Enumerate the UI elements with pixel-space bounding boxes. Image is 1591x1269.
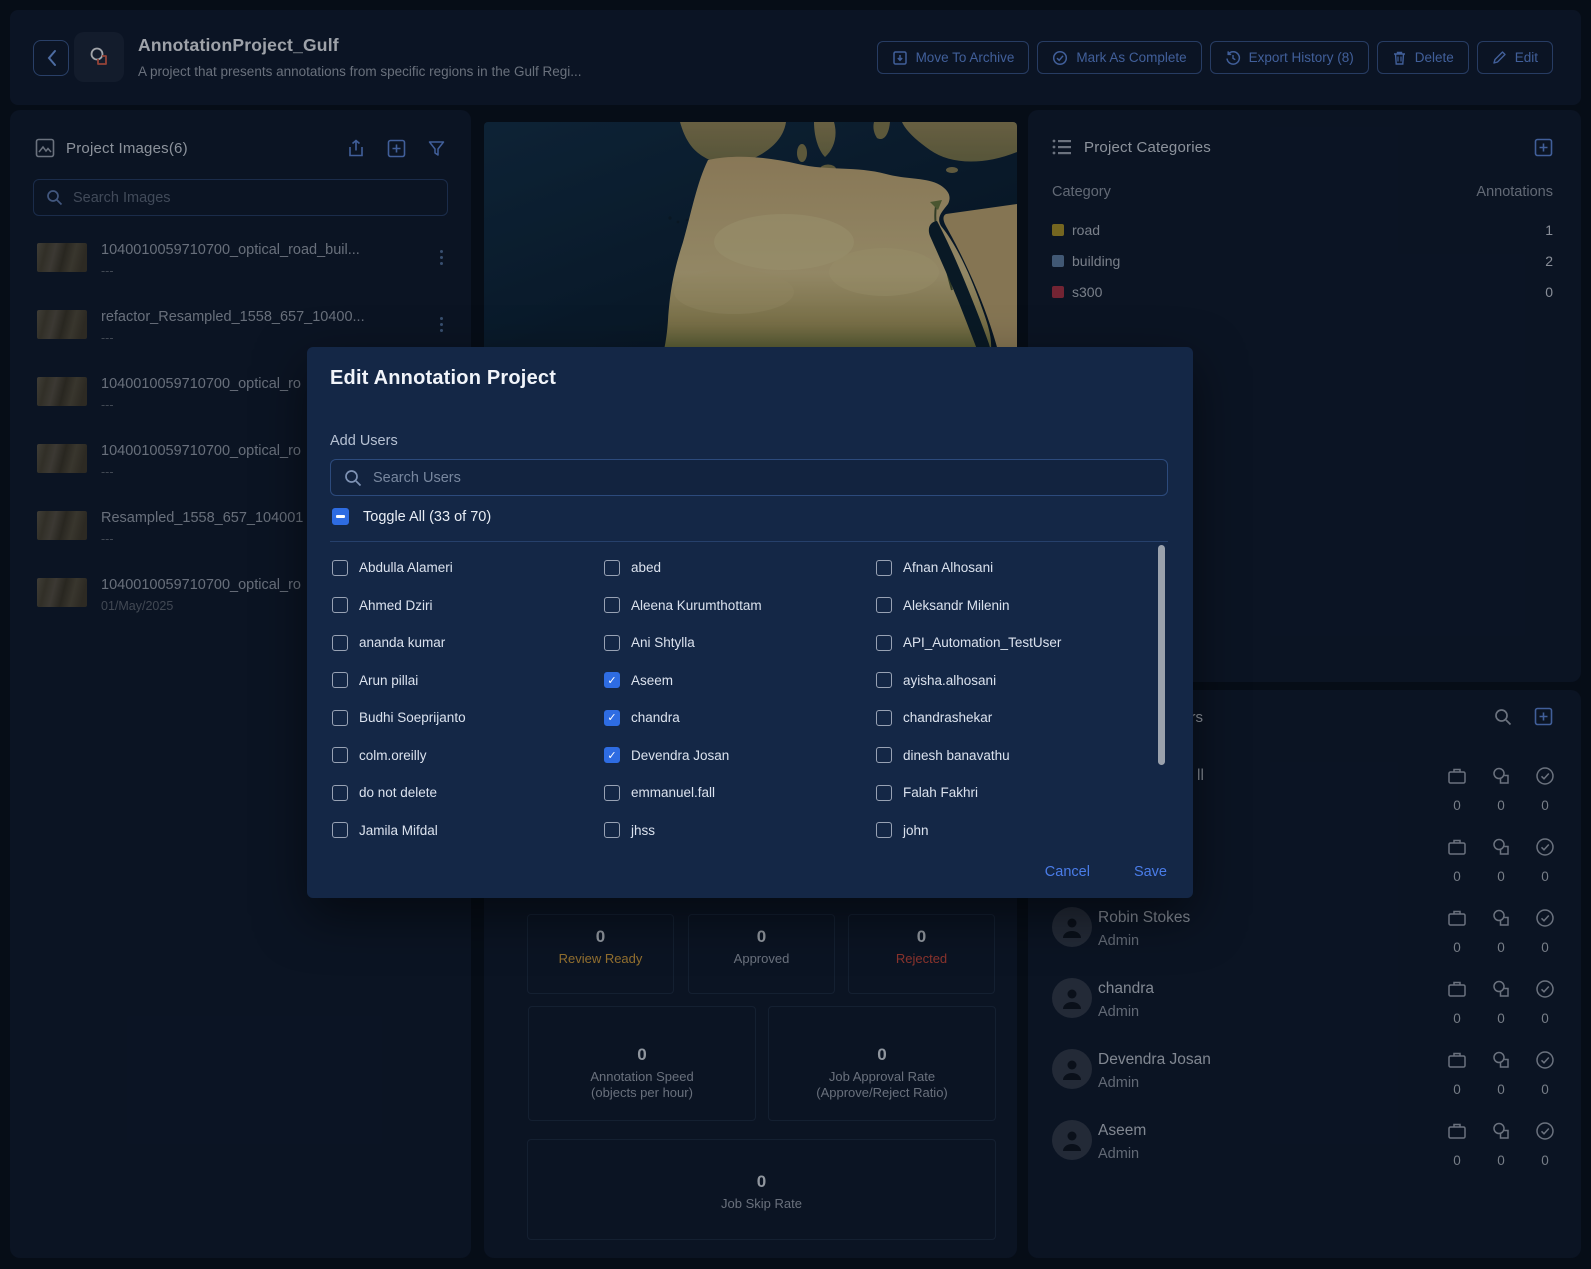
modal-user-name: john <box>903 823 929 838</box>
modal-user-checkbox-item[interactable]: Jamila Mifdal <box>332 812 604 850</box>
modal-user-name: chandra <box>631 710 680 725</box>
checkbox-icon <box>604 822 620 838</box>
modal-user-grid-row: colm.oreilly ✓ Devendra Josan dinesh banava… <box>332 737 1152 775</box>
modal-user-grid-row: Arun pillai ✓ Aseem ayisha.alhosani <box>332 662 1152 700</box>
modal-user-name: ayisha.alhosani <box>903 673 996 688</box>
user-search <box>330 459 1168 496</box>
modal-user-name: chandrashekar <box>903 710 992 725</box>
modal-user-grid-row: ananda kumar Ani Shtylla API_Automation_Te… <box>332 624 1152 662</box>
modal-user-name: Aleksandr Milenin <box>903 598 1010 613</box>
add-users-label: Add Users <box>330 433 398 449</box>
checkbox-icon <box>604 785 620 801</box>
cancel-button[interactable]: Cancel <box>1045 864 1090 880</box>
checkbox-icon <box>876 635 892 651</box>
modal-user-checkbox-item[interactable]: ✓ Devendra Josan <box>604 737 876 775</box>
modal-user-checkbox-item[interactable]: Ani Shtylla <box>604 624 876 662</box>
checkbox-icon <box>332 672 348 688</box>
modal-user-name: abed <box>631 560 661 575</box>
checkbox-icon <box>332 560 348 576</box>
modal-user-name: colm.oreilly <box>359 748 427 763</box>
modal-user-checkbox-item[interactable]: Afnan Alhosani <box>876 549 1148 587</box>
modal-user-name: Falah Fakhri <box>903 785 978 800</box>
modal-user-name: Abdulla Alameri <box>359 560 453 575</box>
edit-project-modal: Edit Annotation Project Add Users Toggle… <box>307 347 1193 898</box>
search-icon <box>344 469 362 487</box>
modal-user-grid-row: do not delete emmanuel.fall Falah Fakhri <box>332 774 1152 812</box>
checkbox-icon <box>876 560 892 576</box>
modal-user-name: dinesh banavathu <box>903 748 1010 763</box>
modal-user-name: Devendra Josan <box>631 748 729 763</box>
modal-user-checkbox-item[interactable]: do not delete <box>332 774 604 812</box>
modal-user-name: Arun pillai <box>359 673 418 688</box>
checkbox-icon <box>604 635 620 651</box>
modal-user-checkbox-item[interactable]: john <box>876 812 1148 850</box>
checkbox-icon <box>876 822 892 838</box>
checkbox-icon <box>604 597 620 613</box>
modal-user-checkbox-item[interactable]: abed <box>604 549 876 587</box>
modal-user-grid-row: Jamila Mifdal jhss john <box>332 812 1152 850</box>
search-users-input[interactable] <box>373 470 1154 486</box>
checkbox-icon: ✓ <box>604 672 620 688</box>
checkbox-icon <box>332 822 348 838</box>
checkbox-icon <box>332 635 348 651</box>
modal-user-checkbox-item[interactable]: dinesh banavathu <box>876 737 1148 775</box>
toggle-all-checkbox[interactable]: Toggle All (33 of 70) <box>332 508 491 525</box>
modal-user-checkbox-item[interactable]: ananda kumar <box>332 624 604 662</box>
modal-user-grid-row: Budhi Soeprijanto ✓ chandra chandrashekar <box>332 699 1152 737</box>
modal-user-name: Ahmed Dziri <box>359 598 433 613</box>
modal-user-checkbox-item[interactable]: API_Automation_TestUser <box>876 624 1148 662</box>
modal-user-grid: Abdulla Alameri abed Afnan Alhosani Ahmed D… <box>332 549 1152 849</box>
checkbox-icon <box>604 560 620 576</box>
modal-user-name: emmanuel.fall <box>631 785 715 800</box>
modal-user-checkbox-item[interactable]: ayisha.alhosani <box>876 662 1148 700</box>
modal-user-name: jhss <box>631 823 655 838</box>
modal-user-name: do not delete <box>359 785 437 800</box>
modal-user-checkbox-item[interactable]: Aleena Kurumthottam <box>604 587 876 625</box>
modal-user-checkbox-item[interactable]: ✓ chandra <box>604 699 876 737</box>
checkbox-icon <box>332 747 348 763</box>
modal-title: Edit Annotation Project <box>330 367 556 390</box>
modal-user-name: Afnan Alhosani <box>903 560 993 575</box>
modal-scrollbar[interactable] <box>1158 545 1165 765</box>
app-page: AnnotationProject_Gulf A project that pr… <box>0 0 1591 1269</box>
checkbox-icon: ✓ <box>604 747 620 763</box>
indeterminate-checkbox-icon <box>332 508 349 525</box>
modal-user-name: Jamila Mifdal <box>359 823 438 838</box>
toggle-all-label: Toggle All (33 of 70) <box>363 509 491 525</box>
checkbox-icon <box>876 785 892 801</box>
modal-user-name: Ani Shtylla <box>631 635 695 650</box>
modal-user-checkbox-item[interactable]: Aleksandr Milenin <box>876 587 1148 625</box>
modal-user-name: Aleena Kurumthottam <box>631 598 762 613</box>
modal-user-name: Budhi Soeprijanto <box>359 710 466 725</box>
modal-user-checkbox-item[interactable]: ✓ Aseem <box>604 662 876 700</box>
modal-user-checkbox-item[interactable]: emmanuel.fall <box>604 774 876 812</box>
checkbox-icon <box>332 710 348 726</box>
modal-user-checkbox-item[interactable]: jhss <box>604 812 876 850</box>
modal-user-checkbox-item[interactable]: Abdulla Alameri <box>332 549 604 587</box>
divider <box>330 541 1168 542</box>
modal-user-name: ananda kumar <box>359 635 445 650</box>
modal-user-name: API_Automation_TestUser <box>903 635 1061 650</box>
save-button[interactable]: Save <box>1134 864 1167 880</box>
checkbox-icon <box>876 597 892 613</box>
modal-user-checkbox-item[interactable]: Ahmed Dziri <box>332 587 604 625</box>
modal-user-grid-row: Ahmed Dziri Aleena Kurumthottam Aleksandr … <box>332 587 1152 625</box>
modal-user-checkbox-item[interactable]: colm.oreilly <box>332 737 604 775</box>
checkbox-icon: ✓ <box>604 710 620 726</box>
checkbox-icon <box>332 597 348 613</box>
modal-user-name: Aseem <box>631 673 673 688</box>
modal-user-checkbox-item[interactable]: chandrashekar <box>876 699 1148 737</box>
modal-user-checkbox-item[interactable]: Arun pillai <box>332 662 604 700</box>
checkbox-icon <box>876 747 892 763</box>
modal-user-checkbox-item[interactable]: Budhi Soeprijanto <box>332 699 604 737</box>
modal-user-checkbox-item[interactable]: Falah Fakhri <box>876 774 1148 812</box>
checkbox-icon <box>876 710 892 726</box>
modal-user-grid-row: Abdulla Alameri abed Afnan Alhosani <box>332 549 1152 587</box>
checkbox-icon <box>876 672 892 688</box>
checkbox-icon <box>332 785 348 801</box>
